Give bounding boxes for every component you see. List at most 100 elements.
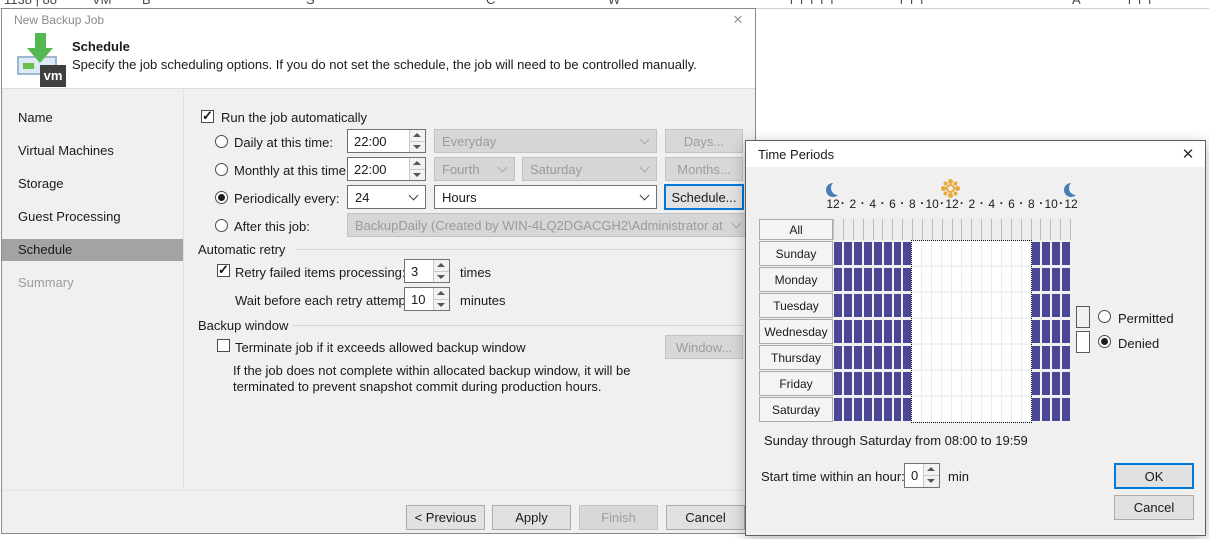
grid-cell[interactable] bbox=[873, 241, 883, 266]
hour-column-header[interactable] bbox=[1040, 219, 1050, 240]
grid-cell[interactable] bbox=[833, 345, 843, 370]
grid-cell[interactable] bbox=[1051, 241, 1061, 266]
cancel-button[interactable]: Cancel bbox=[666, 505, 745, 530]
grid-cell[interactable] bbox=[1041, 371, 1051, 396]
monthly-radio[interactable] bbox=[215, 163, 228, 176]
grid-cell[interactable] bbox=[1061, 397, 1071, 422]
sidebar-item-name[interactable]: Name bbox=[2, 107, 183, 129]
hour-column-header[interactable] bbox=[833, 219, 843, 240]
grid-cell[interactable] bbox=[1061, 319, 1071, 344]
grid-cell[interactable] bbox=[1031, 319, 1041, 344]
schedule-button[interactable]: Schedule... bbox=[664, 184, 744, 210]
grid-cell[interactable] bbox=[893, 371, 903, 396]
daily-radio[interactable] bbox=[215, 135, 228, 148]
time-spinner-buttons[interactable] bbox=[409, 130, 425, 152]
grid-cell[interactable] bbox=[833, 397, 843, 422]
grid-cell[interactable] bbox=[863, 319, 873, 344]
grid-cell[interactable] bbox=[1041, 241, 1051, 266]
hour-column-header[interactable] bbox=[1060, 219, 1070, 240]
grid-cell[interactable] bbox=[883, 397, 893, 422]
grid-cell[interactable] bbox=[893, 293, 903, 318]
hour-column-header[interactable] bbox=[961, 219, 971, 240]
grid-cell[interactable] bbox=[1061, 293, 1071, 318]
grid-cell[interactable] bbox=[873, 293, 883, 318]
day-label-monday[interactable]: Monday bbox=[759, 267, 833, 292]
grid-cell[interactable] bbox=[883, 267, 893, 292]
grid-cell[interactable] bbox=[863, 293, 873, 318]
day-label-sunday[interactable]: Sunday bbox=[759, 241, 833, 266]
spinner-buttons[interactable] bbox=[433, 288, 449, 310]
grid-cell[interactable] bbox=[873, 345, 883, 370]
grid-cell[interactable] bbox=[1031, 267, 1041, 292]
periodically-unit-dropdown[interactable]: Hours bbox=[434, 185, 657, 209]
grid-cell[interactable] bbox=[863, 241, 873, 266]
grid-cell[interactable] bbox=[853, 267, 863, 292]
tp-cancel-button[interactable]: Cancel bbox=[1114, 495, 1194, 520]
sidebar-item-storage[interactable]: Storage bbox=[2, 173, 183, 195]
retry-failed-checkbox[interactable] bbox=[217, 264, 230, 277]
hour-column-header[interactable] bbox=[932, 219, 942, 240]
sidebar-item-virtual-machines[interactable]: Virtual Machines bbox=[2, 140, 183, 162]
day-label-tuesday[interactable]: Tuesday bbox=[759, 293, 833, 318]
wait-minutes-input[interactable]: 10 bbox=[404, 287, 450, 311]
grid-cell[interactable] bbox=[1031, 397, 1041, 422]
grid-cell[interactable] bbox=[1051, 397, 1061, 422]
grid-cell[interactable] bbox=[853, 241, 863, 266]
grid-cell[interactable] bbox=[883, 319, 893, 344]
run-automatically-checkbox[interactable] bbox=[201, 110, 214, 123]
monthly-time-input[interactable]: 22:00 bbox=[347, 157, 426, 181]
grid-cell[interactable] bbox=[843, 267, 853, 292]
grid-cell[interactable] bbox=[873, 371, 883, 396]
spinner-buttons[interactable] bbox=[433, 260, 449, 282]
grid-cell[interactable] bbox=[1031, 371, 1041, 396]
grid-cell[interactable] bbox=[893, 241, 903, 266]
grid-cell[interactable] bbox=[1061, 345, 1071, 370]
grid-cell[interactable] bbox=[1061, 267, 1071, 292]
daily-time-input[interactable]: 22:00 bbox=[347, 129, 426, 153]
grid-cell[interactable] bbox=[893, 397, 903, 422]
ok-button[interactable]: OK bbox=[1114, 463, 1194, 489]
grid-cell[interactable] bbox=[1051, 293, 1061, 318]
grid-cell[interactable] bbox=[883, 241, 893, 266]
day-label-saturday[interactable]: Saturday bbox=[759, 397, 833, 422]
grid-cell[interactable] bbox=[843, 371, 853, 396]
grid-cell[interactable] bbox=[853, 293, 863, 318]
apply-button[interactable]: Apply bbox=[492, 505, 571, 530]
periodically-value-dropdown[interactable]: 24 bbox=[347, 185, 426, 209]
sidebar-item-guest-processing[interactable]: Guest Processing bbox=[2, 206, 183, 228]
time-spinner-buttons[interactable] bbox=[409, 158, 425, 180]
hour-column-header[interactable] bbox=[1001, 219, 1011, 240]
hour-column-header[interactable] bbox=[892, 219, 902, 240]
spinner-buttons[interactable] bbox=[923, 464, 939, 487]
grid-cell[interactable] bbox=[893, 345, 903, 370]
hour-column-header[interactable] bbox=[942, 219, 952, 240]
day-label-thursday[interactable]: Thursday bbox=[759, 345, 833, 370]
grid-cell[interactable] bbox=[1061, 241, 1071, 266]
grid-cell[interactable] bbox=[873, 397, 883, 422]
denied-radio[interactable] bbox=[1098, 335, 1111, 348]
grid-cell[interactable] bbox=[863, 267, 873, 292]
grid-cell[interactable] bbox=[843, 345, 853, 370]
day-label-all[interactable]: All bbox=[759, 219, 833, 240]
hour-column-header[interactable] bbox=[1021, 219, 1031, 240]
grid-cell[interactable] bbox=[1041, 397, 1051, 422]
hour-column-header[interactable] bbox=[971, 219, 981, 240]
previous-button[interactable]: < Previous bbox=[406, 505, 485, 530]
grid-cell[interactable] bbox=[1031, 241, 1041, 266]
grid-cell[interactable] bbox=[833, 319, 843, 344]
hour-column-header[interactable] bbox=[981, 219, 991, 240]
grid-cell[interactable] bbox=[1051, 371, 1061, 396]
hour-column-header[interactable] bbox=[1011, 219, 1021, 240]
hour-column-header[interactable] bbox=[902, 219, 912, 240]
hour-column-header[interactable] bbox=[873, 219, 883, 240]
hour-column-header[interactable] bbox=[922, 219, 932, 240]
after-job-radio[interactable] bbox=[215, 219, 228, 232]
grid-cell[interactable] bbox=[853, 345, 863, 370]
grid-cell[interactable] bbox=[863, 345, 873, 370]
grid-cell[interactable] bbox=[863, 397, 873, 422]
grid-cell[interactable] bbox=[1051, 267, 1061, 292]
hour-column-header[interactable] bbox=[1050, 219, 1060, 240]
grid-cell[interactable] bbox=[833, 241, 843, 266]
grid-cell[interactable] bbox=[1041, 345, 1051, 370]
grid-cell[interactable] bbox=[893, 319, 903, 344]
